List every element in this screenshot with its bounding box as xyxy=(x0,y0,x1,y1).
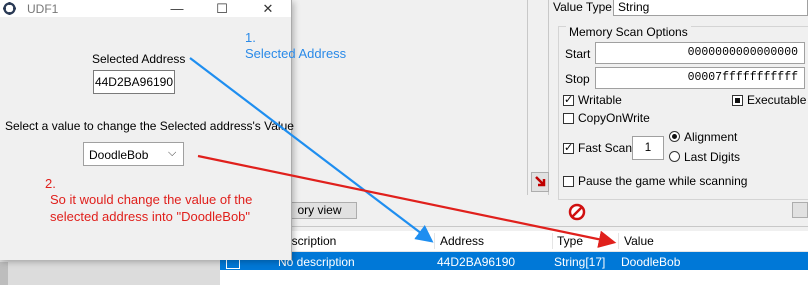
blue-arrow xyxy=(189,57,434,243)
annotation-arrows xyxy=(189,57,617,248)
red-arrow xyxy=(197,154,617,248)
